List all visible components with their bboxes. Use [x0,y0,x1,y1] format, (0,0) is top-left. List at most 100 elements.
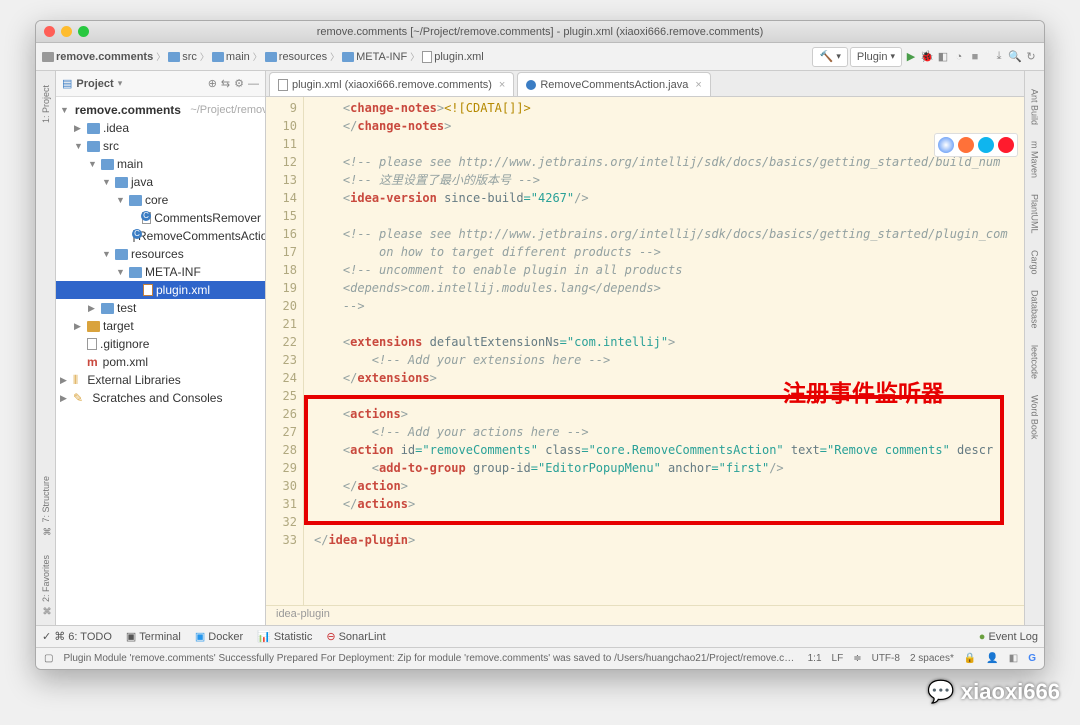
right-tool-stripe: Ant Build m Maven PlantUML Cargo Databas… [1024,71,1044,625]
xml-icon [278,79,288,91]
inspect-icon[interactable]: 👤 [986,653,998,664]
class-icon [526,80,536,90]
hide-icon[interactable]: — [248,78,259,90]
crumb[interactable]: remove.comments [42,51,153,63]
plantuml-tool[interactable]: PlantUML [1030,194,1040,234]
coverage-icon[interactable]: ◧ [936,50,950,64]
tree-scratches[interactable]: ▶✎ Scratches and Consoles [56,389,265,407]
tree-folder[interactable]: ▶.idea [56,119,265,137]
window-title: remove.comments [~/Project/remove.commen… [36,26,1044,38]
sidebar-header: ▤ Project ▾ ⊕ ⇆ ⚙ — [56,71,265,97]
settings-icon[interactable]: ↻ [1024,50,1038,64]
folder-icon [115,177,128,188]
profile-icon[interactable]: ◔ [952,50,966,64]
editor-tabs: plugin.xml (xiaoxi666.remove.comments)× … [266,71,1024,97]
leetcode-tool[interactable]: leetcode [1030,345,1040,379]
code-text[interactable]: <change-notes><![CDATA[]]> </change-note… [304,97,1024,605]
opera-icon[interactable] [998,137,1014,153]
maven-tool[interactable]: m Maven [1030,141,1040,178]
tree-folder[interactable]: ▶test [56,299,265,317]
favorites-tool-button[interactable]: ⌘ 2: Favorites [41,555,51,615]
tree-file[interactable]: CommentsRemover [56,209,265,227]
chevron-right-icon: 〉 [253,50,262,63]
ant-tool[interactable]: Ant Build [1030,89,1040,125]
crumb[interactable]: main [212,51,250,63]
class-icon [133,230,135,242]
tree-file-selected[interactable]: plugin.xml [56,281,265,299]
crumb[interactable]: META-INF [342,51,407,63]
mem-icon[interactable]: ◧ [1009,653,1018,664]
run-config-selector[interactable]: Plugin ▾ [850,47,902,67]
folder-icon [87,141,100,152]
build-button[interactable]: 🔨▾ [812,47,848,67]
editor-tab[interactable]: RemoveCommentsAction.java× [517,72,710,96]
chevron-right-icon: 〉 [410,50,419,63]
firefox-icon[interactable] [958,137,974,153]
google-icon[interactable]: G [1028,653,1036,664]
sonarlint-tool[interactable]: ⊖SonarLint [326,630,385,643]
project-tree[interactable]: ▼remove.comments ~/Project/remove.co ▶.i… [56,97,265,625]
search-icon[interactable]: 🔍 [1008,50,1022,64]
safari-icon[interactable] [978,137,994,153]
tree-file[interactable]: RemoveCommentsAction [56,227,265,245]
crumb[interactable]: plugin.xml [422,51,484,63]
settings-icon[interactable]: ⇆ [221,77,230,90]
sidebar-title[interactable]: Project [76,78,113,90]
tree-file[interactable]: .gitignore [56,335,265,353]
collapse-icon[interactable]: ⊕ [208,77,217,90]
editor-breadcrumb[interactable]: idea-plugin [266,605,1024,625]
todo-tool[interactable]: ✓⌘ 6: TODO [42,630,112,643]
gear-icon[interactable]: ⚙ [234,77,244,90]
status-icon[interactable]: ▢ [44,653,53,664]
tree-folder[interactable]: ▼resources [56,245,265,263]
status-message: Plugin Module 'remove.comments' Successf… [63,653,797,664]
line-ending[interactable]: LF [832,653,844,664]
event-log[interactable]: ●Event Log [979,631,1038,643]
git-update-icon[interactable]: ⤓ [992,50,1006,64]
tree-external-libs[interactable]: ▶⫴ External Libraries [56,371,265,389]
database-tool[interactable]: Database [1030,290,1040,329]
debug-icon[interactable]: 🐞 [920,50,934,64]
tree-file[interactable]: mpom.xml [56,353,265,371]
browser-preview-bar [934,133,1018,157]
project-view-icon: ▤ [62,77,72,90]
tree-project-root[interactable]: ▼remove.comments ~/Project/remove.co [56,101,265,119]
tree-folder[interactable]: ▼java [56,173,265,191]
folder-icon [265,52,277,62]
class-icon [142,212,151,224]
encoding[interactable]: UTF-8 [872,653,900,664]
code-area[interactable]: 9101112131415161718192021222324252627282… [266,97,1024,605]
lock-icon[interactable]: 🔒 [964,653,976,664]
statistic-tool[interactable]: 📊Statistic [257,630,312,643]
folder-icon [101,159,114,170]
tree-folder[interactable]: ▼src [56,137,265,155]
tree-folder[interactable]: ▶target [56,317,265,335]
run-icon[interactable]: ▶ [904,50,918,64]
close-icon[interactable]: × [695,79,701,91]
structure-tool-button[interactable]: ⌘ 7: Structure [41,476,51,535]
folder-icon [42,52,54,62]
crumb[interactable]: resources [265,51,327,63]
tree-folder[interactable]: ▼META-INF [56,263,265,281]
maven-icon: m [87,355,98,369]
main-body: 1: Project ⌘ 7: Structure ⌘ 2: Favorites… [36,71,1044,625]
folder-icon [87,321,100,332]
file-icon [87,338,97,350]
crumb[interactable]: src [168,51,197,63]
chrome-icon[interactable] [938,137,954,153]
cargo-tool[interactable]: Cargo [1030,250,1040,275]
chevron-right-icon: 〉 [200,50,209,63]
project-tool-button[interactable]: 1: Project [41,85,51,123]
indent[interactable]: 2 spaces* [910,653,954,664]
tree-package[interactable]: ▼core [56,191,265,209]
stop-icon[interactable]: ■ [968,50,982,64]
terminal-tool[interactable]: ▣Terminal [126,630,181,643]
docker-tool[interactable]: ▣Docker [195,630,243,643]
caret-position[interactable]: 1:1 [808,653,822,664]
wordbook-tool[interactable]: Word Book [1030,395,1040,439]
editor-tab[interactable]: plugin.xml (xiaoxi666.remove.comments)× [269,72,514,96]
hammer-icon: 🔨 [819,50,833,64]
file-icon [422,51,432,63]
close-icon[interactable]: × [499,79,505,91]
tree-folder[interactable]: ▼main [56,155,265,173]
